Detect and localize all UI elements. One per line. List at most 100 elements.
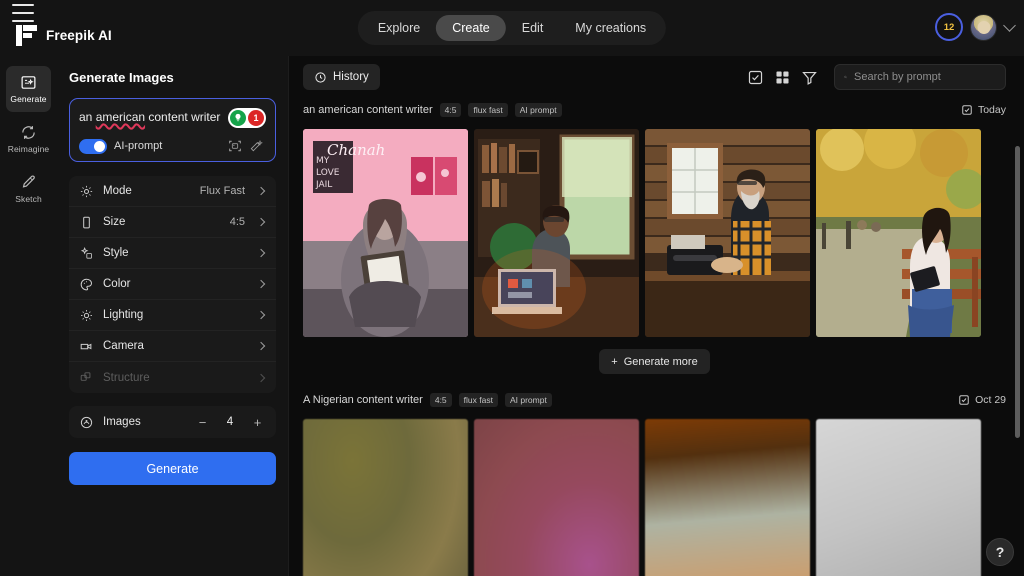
images-stepper: Images − 4 + <box>69 406 276 438</box>
group-tag-aiprompt: AI prompt <box>504 393 552 407</box>
freepik-logo-icon <box>16 24 37 46</box>
credits-badge[interactable]: 12 <box>935 13 963 41</box>
group-tag-model: flux fast <box>458 393 498 407</box>
aspect-ratio-icon <box>83 216 90 228</box>
brand[interactable]: Freepik AI <box>16 24 112 46</box>
rail-label-reimagine: Reimagine <box>7 144 50 154</box>
app-header: Freepik AI Explore Create Edit My creati… <box>0 0 1024 56</box>
chevron-right-icon <box>256 373 266 382</box>
search-input[interactable] <box>854 71 996 83</box>
thumbnail-row <box>303 419 1006 576</box>
clock-history-icon <box>315 71 326 83</box>
group-title: A Nigerian content writer <box>303 394 423 406</box>
generate-more-label: Generate more <box>623 355 698 368</box>
generate-panel: Generate Images an american content writ… <box>57 56 289 576</box>
hamburger-icon[interactable] <box>12 4 34 22</box>
thumbnail-row: MY LOVE JAIL Chanah <box>303 129 1006 337</box>
prompt-suffix: content writer <box>145 110 221 124</box>
scrollbar-thumb[interactable] <box>1015 146 1020 438</box>
plus-icon: + <box>611 355 618 368</box>
option-label-lighting: Lighting <box>103 309 144 321</box>
thumb-art-4 <box>816 129 981 337</box>
option-label-size: Size <box>103 216 126 228</box>
rail-label-sketch: Sketch <box>15 194 42 204</box>
generate-more-wrap: + Generate more <box>303 349 1006 374</box>
rail-item-reimagine[interactable]: Reimagine <box>6 116 51 162</box>
rail-item-generate[interactable]: Generate <box>6 66 51 112</box>
thumb-art-2 <box>474 129 639 337</box>
grid-view-icon[interactable] <box>774 69 791 86</box>
prompt-suggestions-badge[interactable]: 1 <box>228 108 266 128</box>
rail-label-generate: Generate <box>10 94 47 104</box>
search-box[interactable] <box>834 64 1006 90</box>
thumbnail-man-laptop-library[interactable] <box>474 129 639 337</box>
thumbnail-loading-amber[interactable] <box>645 419 810 576</box>
result-group-header: an american content writer 4:5 flux fast… <box>303 98 1006 122</box>
thumbnail-woman-tablet-park-bench[interactable] <box>816 129 981 337</box>
option-mode[interactable]: Mode Flux Fast <box>69 176 276 207</box>
images-label: Images <box>103 416 141 428</box>
magic-wand-icon[interactable] <box>250 138 266 154</box>
thumbnail-loading-grey[interactable] <box>816 419 981 576</box>
chevron-down-icon[interactable] <box>1003 19 1016 32</box>
option-lighting[interactable]: Lighting <box>69 300 276 331</box>
group-date[interactable]: Oct 29 <box>958 394 1006 406</box>
lightbulb-glyph <box>235 113 241 122</box>
main-toolbar: History <box>289 56 1024 98</box>
chevron-right-icon <box>256 341 266 351</box>
image-upload-icon[interactable] <box>227 138 243 154</box>
thumbnail-loading-olive[interactable] <box>303 419 468 576</box>
nav-explore[interactable]: Explore <box>362 15 436 41</box>
option-label-color: Color <box>103 278 131 290</box>
prompt-row: an american content writer 1 <box>79 108 266 128</box>
filter-icon[interactable] <box>801 69 818 86</box>
checkbox-icon <box>962 105 972 115</box>
option-size[interactable]: Size 4:5 <box>69 207 276 238</box>
history-button[interactable]: History <box>303 64 380 90</box>
rail-item-sketch[interactable]: Sketch <box>6 166 51 212</box>
group-date[interactable]: Today <box>961 104 1006 116</box>
ai-prompt-label: AI-prompt <box>114 140 163 152</box>
chevron-right-icon <box>256 248 266 258</box>
images-value: 4 <box>226 416 234 428</box>
search-icon <box>844 75 847 79</box>
thumbnail-woman-reading-pink-room[interactable]: MY LOVE JAIL Chanah <box>303 129 468 337</box>
ai-prompt-toggle[interactable] <box>79 138 107 154</box>
nav-edit[interactable]: Edit <box>506 15 560 41</box>
prompt-misspelled-word: american <box>95 110 146 124</box>
option-camera[interactable]: Camera <box>69 331 276 362</box>
svg-text:Chanah: Chanah <box>327 141 385 159</box>
avatar[interactable] <box>970 13 997 41</box>
checkbox-icon <box>959 395 969 405</box>
options-list: Mode Flux Fast Size 4:5 Style Color Ligh… <box>69 176 276 393</box>
result-group-header: A Nigerian content writer 4:5 flux fast … <box>303 388 1006 412</box>
results-scroll-area[interactable]: an american content writer 4:5 flux fast… <box>289 98 1024 576</box>
prompt-input[interactable]: an american content writer <box>79 108 222 125</box>
chevron-right-icon <box>256 310 266 320</box>
generate-more-button[interactable]: + Generate more <box>599 349 710 374</box>
nav-create[interactable]: Create <box>436 15 506 41</box>
sketch-icon <box>22 175 35 188</box>
option-label-mode: Mode <box>103 185 132 197</box>
images-increment-button[interactable]: + <box>249 414 266 431</box>
thumbnail-man-typewriter-cabin[interactable] <box>645 129 810 337</box>
scrollbar-track[interactable] <box>1015 146 1020 570</box>
palette-icon <box>80 278 93 290</box>
option-label-camera: Camera <box>103 340 144 352</box>
thumbnail-loading-rose[interactable] <box>474 419 639 576</box>
option-style[interactable]: Style <box>69 238 276 269</box>
header-actions: 12 <box>935 13 1016 41</box>
group-date-label: Today <box>977 104 1006 116</box>
svg-text:LOVE: LOVE <box>316 168 340 178</box>
prompt-box[interactable]: an american content writer 1 AI-prompt <box>69 98 276 162</box>
images-decrement-button[interactable]: − <box>194 414 211 431</box>
help-button[interactable]: ? <box>986 538 1014 566</box>
option-label-style: Style <box>103 247 129 259</box>
generate-button[interactable]: Generate <box>69 452 276 485</box>
main-content: History Search by prompt an american con… <box>289 56 1024 576</box>
settings-icon <box>80 185 93 197</box>
option-label-structure: Structure <box>103 371 150 384</box>
option-color[interactable]: Color <box>69 269 276 300</box>
checkbox-select-icon[interactable] <box>747 69 764 86</box>
nav-my-creations[interactable]: My creations <box>559 15 662 41</box>
